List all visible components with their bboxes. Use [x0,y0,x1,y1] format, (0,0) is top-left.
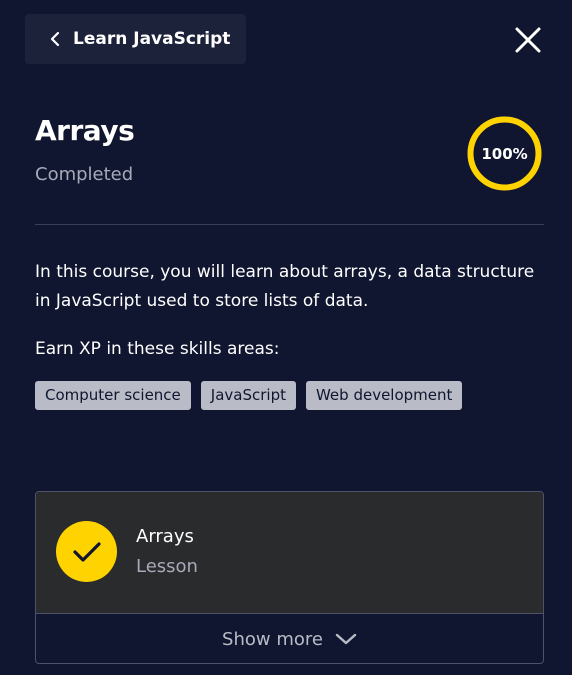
lesson-item[interactable]: Arrays Lesson [36,492,543,613]
progress-label: 100% [481,144,528,163]
course-status: Completed [35,164,134,185]
close-icon[interactable] [514,26,542,54]
back-button[interactable]: Learn JavaScript [25,14,246,64]
chevron-left-icon [49,31,63,47]
course-description: In this course, you will learn about arr… [35,262,535,311]
show-more-label: Show more [222,628,323,650]
chevron-down-icon [335,632,357,646]
skill-tag: Computer science [35,381,191,410]
course-title: Arrays [35,114,135,147]
divider [35,224,544,225]
checkmark-icon [56,521,117,582]
skills-heading: Earn XP in these skills areas: [35,339,280,359]
lesson-card: Arrays Lesson Show more [35,491,544,664]
lesson-title: Arrays [136,526,194,547]
skill-tag: Web development [305,381,463,410]
back-button-label: Learn JavaScript [73,29,231,49]
skills-tag-list: Computer science JavaScript Web developm… [35,381,463,410]
skill-tag: JavaScript [200,381,296,410]
course-panel: Learn JavaScript Arrays Completed 100% I… [0,0,572,675]
show-more-button[interactable]: Show more [36,614,543,663]
lesson-type: Lesson [136,556,198,577]
